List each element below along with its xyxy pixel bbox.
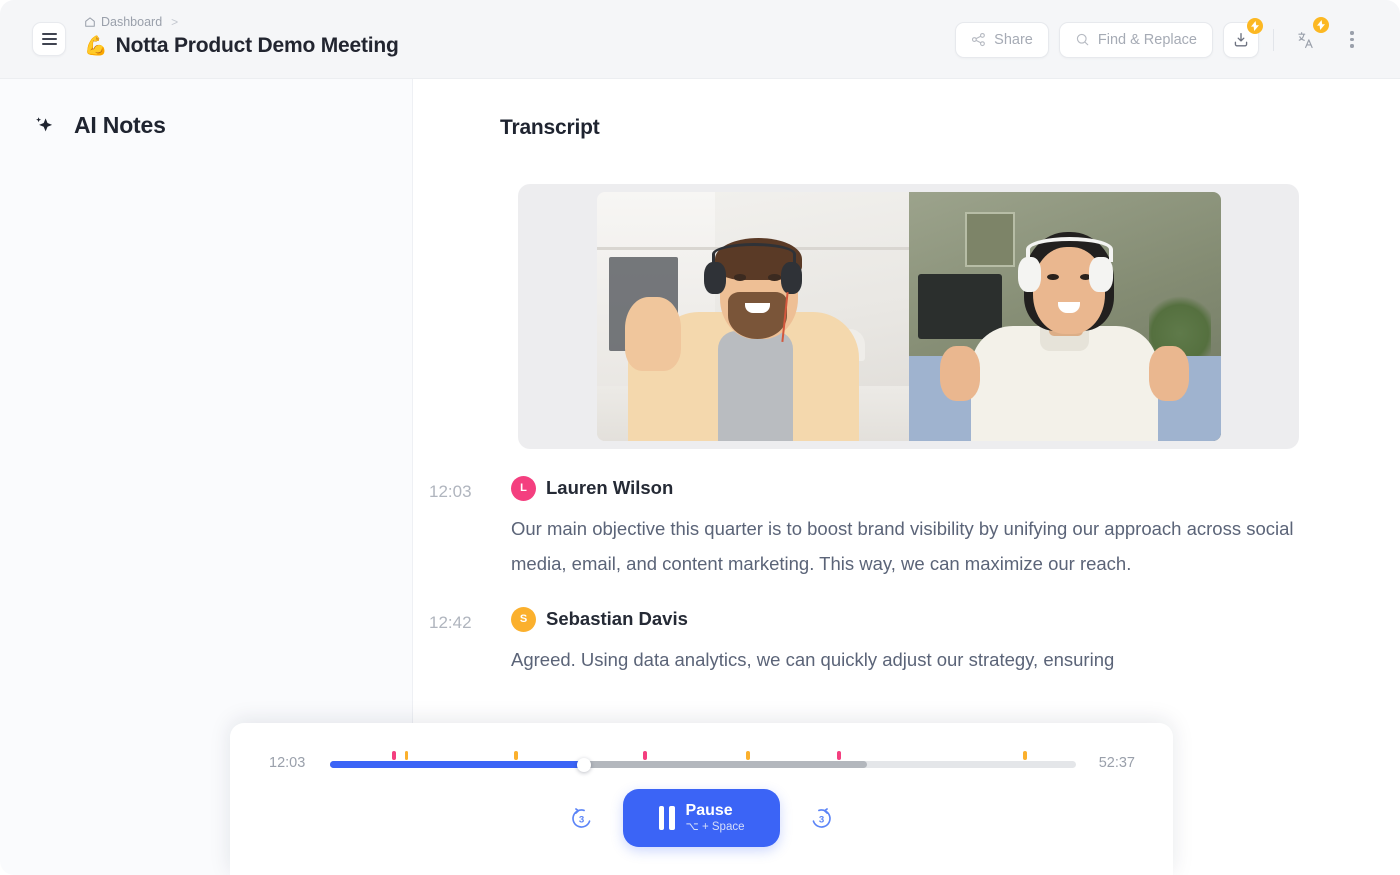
transcript-title: Transcript: [500, 116, 600, 139]
seek-handle[interactable]: [576, 757, 591, 772]
sparkle-icon: [36, 116, 53, 131]
player-controls: 3 Pause ⌥ + Space 3: [230, 789, 1173, 847]
play-button-shortcut: ⌥ + Space: [685, 821, 745, 833]
segment-timestamp[interactable]: 12:03: [429, 482, 499, 502]
page-title[interactable]: Notta Product Demo Meeting: [116, 34, 399, 58]
timeline-marker[interactable]: [404, 751, 409, 760]
seek-track-played: [330, 761, 584, 768]
segment-speaker-name[interactable]: Lauren Wilson: [546, 477, 673, 499]
forward-3-seconds-button[interactable]: 3: [808, 805, 835, 832]
current-time-label: 12:03: [269, 755, 306, 771]
share-button[interactable]: Share: [955, 21, 1049, 58]
translate-button[interactable]: [1288, 16, 1329, 58]
app-window: Dashboard > 💪 Notta Product Demo Meeting…: [0, 0, 1400, 875]
document-emoji[interactable]: 💪: [84, 37, 108, 56]
bolt-icon: [1317, 19, 1325, 30]
timeline-marker[interactable]: [837, 751, 841, 760]
more-options-button[interactable]: [1334, 22, 1370, 58]
media-player: 12:03 52:37 3 Pause ⌥ + Space 3: [230, 723, 1173, 875]
breadcrumb: Dashboard >: [84, 14, 399, 30]
svg-text:3: 3: [579, 814, 584, 825]
video-grid: [596, 192, 1221, 441]
segment-text[interactable]: Agreed. Using data analytics, we can qui…: [414, 643, 1400, 678]
translate-upgrade-badge: [1313, 16, 1329, 33]
segment-speaker-row: S Sebastian Davis: [414, 595, 1400, 643]
find-replace-button[interactable]: Find & Replace: [1058, 21, 1213, 58]
hamburger-icon: [41, 33, 57, 45]
download-upgrade-badge: [1247, 17, 1263, 34]
toolbar-divider: [1273, 28, 1274, 51]
transcript-segment: 12:03 L Lauren Wilson Our main objective…: [414, 464, 1400, 581]
ai-notes-title: AI Notes: [74, 112, 166, 138]
timeline-marker[interactable]: [391, 751, 396, 760]
timeline-row: 12:03 52:37: [230, 751, 1173, 777]
timeline-marker[interactable]: [643, 751, 647, 760]
rewind-3-icon: 3: [572, 807, 591, 828]
download-button[interactable]: [1223, 17, 1263, 58]
play-button-label: Pause: [685, 802, 733, 819]
translate-icon: [1298, 31, 1313, 48]
transcript-segment: 12:42 S Sebastian Davis Agreed. Using da…: [414, 595, 1400, 678]
transcript-segments: 12:03 L Lauren Wilson Our main objective…: [414, 464, 1400, 692]
rewind-3-seconds-button[interactable]: 3: [568, 805, 595, 832]
svg-text:3: 3: [819, 814, 824, 825]
sidebar-toggle-button[interactable]: [32, 22, 66, 56]
kebab-menu-icon: [1350, 31, 1354, 48]
video-preview-card[interactable]: [518, 184, 1299, 449]
header-actions: Share Find & Replace: [955, 0, 1370, 79]
search-icon: [1076, 33, 1089, 46]
forward-3-icon: 3: [812, 807, 831, 828]
segment-speaker-row: L Lauren Wilson: [414, 464, 1400, 512]
segment-timestamp[interactable]: 12:42: [429, 613, 499, 633]
video-tile-participant-2: [908, 192, 1221, 441]
breadcrumb-dashboard-link[interactable]: Dashboard: [101, 14, 162, 30]
home-icon: [85, 17, 95, 27]
breadcrumb-separator: >: [171, 15, 179, 29]
video-tile-participant-1: [596, 192, 909, 441]
timeline-marker[interactable]: [514, 751, 518, 760]
play-pause-button[interactable]: Pause ⌥ + Space: [623, 789, 780, 847]
share-label: Share: [994, 31, 1033, 48]
timeline-marker[interactable]: [1023, 751, 1027, 760]
total-time-label: 52:37: [1098, 755, 1135, 771]
find-replace-label: Find & Replace: [1097, 31, 1197, 48]
bolt-icon: [1251, 20, 1259, 31]
avatar[interactable]: L: [511, 475, 536, 501]
segment-text[interactable]: Our main objective this quarter is to bo…: [414, 512, 1400, 581]
title-block: Dashboard > 💪 Notta Product Demo Meeting: [84, 14, 399, 58]
document-title-row: 💪 Notta Product Demo Meeting: [84, 34, 399, 58]
download-icon: [1234, 32, 1248, 47]
app-header: Dashboard > 💪 Notta Product Demo Meeting…: [0, 0, 1400, 79]
segment-speaker-name[interactable]: Sebastian Davis: [546, 608, 688, 630]
avatar[interactable]: S: [511, 606, 536, 632]
share-nodes-icon: [972, 32, 986, 47]
pause-icon: [658, 806, 675, 830]
play-button-labels: Pause ⌥ + Space: [686, 801, 745, 835]
timeline-marker[interactable]: [746, 751, 750, 760]
ai-notes-header: AI Notes: [0, 79, 412, 139]
seek-bar[interactable]: [330, 751, 1076, 777]
